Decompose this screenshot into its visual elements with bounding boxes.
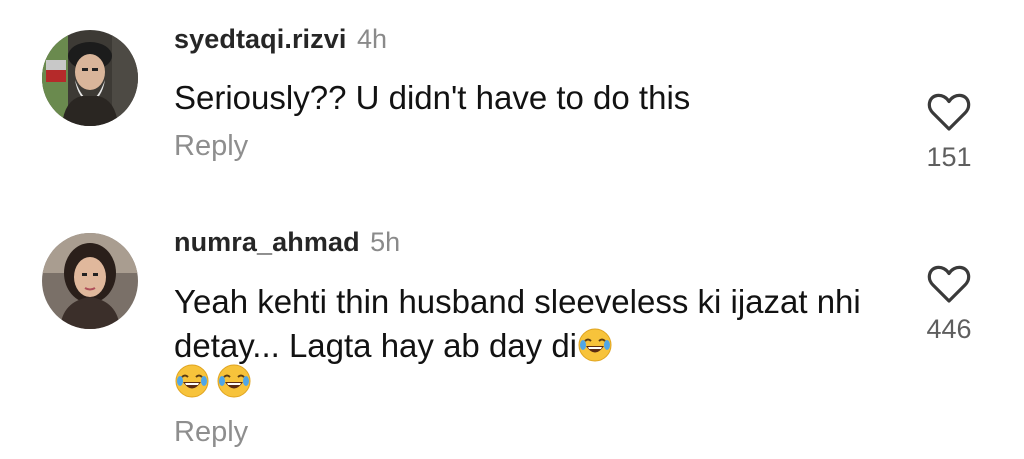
comment-text-content: Yeah kehti thin husband sleeveless ki ij… (174, 283, 861, 364)
timestamp: 4h (356, 24, 387, 54)
comment-text: Yeah kehti thin husband sleeveless ki ij… (174, 280, 894, 368)
timestamp: 5h (370, 227, 401, 257)
laughing-emoji-icon (216, 363, 252, 399)
comment-text: Seriously?? U didn't have to do this (174, 76, 894, 120)
user-avatar-photo-icon (42, 233, 138, 329)
username[interactable]: numra_ahmad (174, 227, 360, 257)
laughing-emoji-icon (577, 327, 613, 363)
comment-header: numra_ahmad 5h (174, 227, 400, 258)
comment-text-content: Seriously?? U didn't have to do this (174, 79, 691, 116)
comment-item: syedtaqi.rizvi 4h Seriously?? U didn't h… (0, 0, 1024, 200)
emoji-row (174, 363, 258, 399)
avatar[interactable] (42, 30, 138, 126)
reply-button[interactable]: Reply (174, 130, 248, 163)
user-avatar-photo-icon (42, 30, 138, 126)
heart-outline-icon[interactable] (927, 92, 971, 132)
heart-outline-icon[interactable] (927, 264, 971, 304)
comment-item: numra_ahmad 5h Yeah kehti thin husband s… (0, 210, 1024, 459)
like-count: 151 (926, 142, 972, 172)
like-section: 151 (904, 92, 994, 173)
laughing-emoji-icon (174, 363, 210, 399)
reply-button[interactable]: Reply (174, 416, 248, 449)
username[interactable]: syedtaqi.rizvi (174, 24, 346, 54)
avatar[interactable] (42, 233, 138, 329)
comment-header: syedtaqi.rizvi 4h (174, 24, 387, 55)
like-count: 446 (926, 314, 972, 344)
like-section: 446 (904, 264, 994, 345)
